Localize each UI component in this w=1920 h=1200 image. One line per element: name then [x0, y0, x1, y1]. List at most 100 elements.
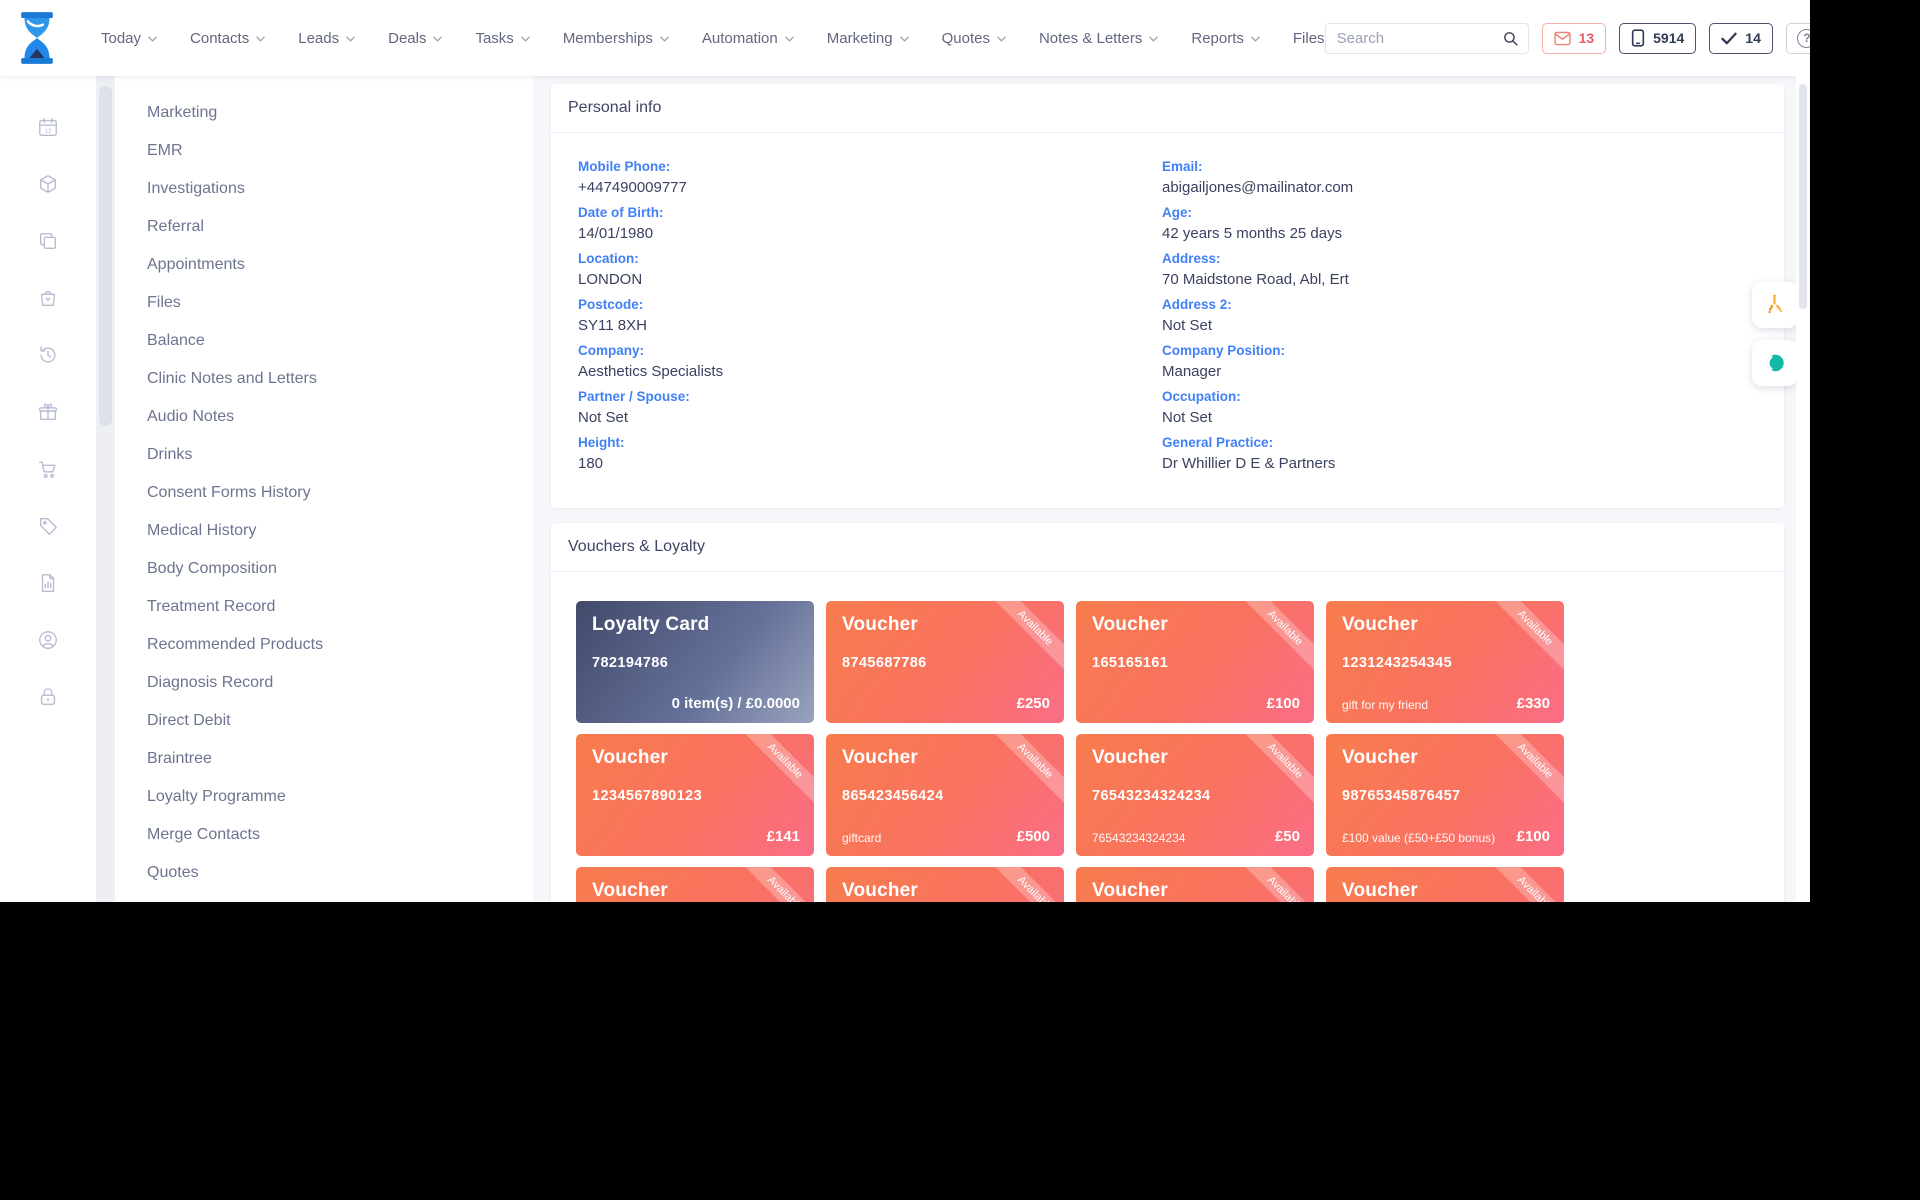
report-icon[interactable]: [24, 554, 72, 611]
info-field: Address: 70 Maidstone Road, Abl, Ert: [1162, 251, 1746, 290]
voucher-tile[interactable]: Voucher 865423456424 giftcard £500 Avail…: [826, 734, 1064, 856]
nav-menu-item[interactable]: Today: [101, 30, 157, 47]
hourglass-logo-icon: [17, 10, 57, 66]
voucher-number: 1234567890123: [592, 788, 702, 804]
nav-menu-item[interactable]: Leads: [298, 30, 355, 47]
checkmark-icon: [1721, 32, 1737, 45]
lock-icon[interactable]: [24, 668, 72, 725]
chat-widget-button[interactable]: [1752, 340, 1798, 386]
sidebar-item[interactable]: Direct Debit: [147, 702, 533, 740]
sidebar-item[interactable]: Referral: [147, 208, 533, 246]
sidebar-item[interactable]: Consent Forms History: [147, 474, 533, 512]
field-label: Occupation:: [1162, 389, 1746, 404]
calendar-icon[interactable]: 12: [24, 98, 72, 155]
voucher-amount: £100: [1517, 828, 1550, 845]
chevron-down-icon: [997, 36, 1006, 42]
voucher-tile[interactable]: Voucher Available: [826, 867, 1064, 902]
sidebar-item[interactable]: Investigations: [147, 170, 533, 208]
nav-menu-item[interactable]: Reports: [1191, 30, 1260, 47]
nav-menu-item[interactable]: Contacts: [190, 30, 265, 47]
nav-menu-label: Marketing: [827, 30, 893, 47]
field-label: Height:: [578, 435, 1162, 450]
field-value: Not Set: [578, 408, 1162, 428]
voucher-tile[interactable]: Voucher 98765345876457 £100 value (£50+£…: [1326, 734, 1564, 856]
voucher-number: 1231243254345: [1342, 655, 1452, 671]
tasks-count: 14: [1745, 30, 1761, 46]
sidebar-item[interactable]: Audio Notes: [147, 398, 533, 436]
user-circle-icon[interactable]: [24, 611, 72, 668]
history-icon[interactable]: [24, 326, 72, 383]
gift-icon[interactable]: [24, 383, 72, 440]
phone-badge[interactable]: 5914: [1619, 23, 1696, 54]
tasks-badge[interactable]: 14: [1709, 23, 1773, 54]
sidebar-item[interactable]: Appointments: [147, 246, 533, 284]
cart-icon[interactable]: [24, 440, 72, 497]
shopping-bag-icon[interactable]: [24, 269, 72, 326]
top-navbar: Today Contacts Leads Deals: [0, 0, 1810, 76]
sidebar-item[interactable]: Marketing: [147, 94, 533, 132]
price-tag-icon[interactable]: [24, 497, 72, 554]
app-logo[interactable]: [17, 10, 57, 71]
body-row: 12: [0, 76, 1810, 902]
sidebar-item[interactable]: Quotes: [147, 854, 533, 892]
sidebar-item[interactable]: Drinks: [147, 436, 533, 474]
voucher-tile[interactable]: Voucher 1231243254345 gift for my friend…: [1326, 601, 1564, 723]
page-scrollbar[interactable]: [1796, 76, 1810, 902]
search-input[interactable]: [1337, 30, 1502, 47]
sidebar-item[interactable]: EMR: [147, 132, 533, 170]
voucher-tile-footer: gift for my friend £330: [1342, 695, 1550, 712]
voucher-number: 98765345876457: [1342, 788, 1461, 804]
info-field: Date of Birth: 14/01/1980: [578, 205, 1162, 244]
nav-menu-item[interactable]: Notes & Letters: [1039, 30, 1158, 47]
phone-count: 5914: [1653, 30, 1684, 46]
info-field: Address 2: Not Set: [1162, 297, 1746, 336]
voucher-tile[interactable]: Voucher 1234567890123 £141 Available: [576, 734, 814, 856]
sidebar-menu: Marketing EMR Investigations Referral Ap…: [96, 76, 533, 892]
sidebar-item[interactable]: Loyalty Programme: [147, 778, 533, 816]
voucher-tile[interactable]: Voucher 8745687786 £250 Available: [826, 601, 1064, 723]
field-label: Location:: [578, 251, 1162, 266]
search-icon[interactable]: [1502, 30, 1519, 47]
sidebar-item[interactable]: Merge Contacts: [147, 816, 533, 854]
nav-menu-item[interactable]: Marketing: [827, 30, 909, 47]
page-scrollbar-thumb[interactable]: [1799, 84, 1807, 309]
sidebar-item[interactable]: Body Composition: [147, 550, 533, 588]
sidebar-item[interactable]: Medical History: [147, 512, 533, 550]
voucher-tile[interactable]: Voucher Available: [1076, 867, 1314, 902]
field-value: Aesthetics Specialists: [578, 362, 1162, 382]
sidebar-item[interactable]: Clinic Notes and Letters: [147, 360, 533, 398]
sidebar-item[interactable]: Balance: [147, 322, 533, 360]
sidebar-item[interactable]: Diagnosis Record: [147, 664, 533, 702]
voucher-tile[interactable]: Voucher Available: [1326, 867, 1564, 902]
package-icon[interactable]: [24, 155, 72, 212]
nav-menu-item[interactable]: Automation: [702, 30, 794, 47]
field-value: 14/01/1980: [578, 224, 1162, 244]
announcements-widget-button[interactable]: [1752, 282, 1798, 328]
copy-icon[interactable]: [24, 212, 72, 269]
nav-menu-item[interactable]: Quotes: [942, 30, 1006, 47]
voucher-tile[interactable]: Voucher 76543234324234 76543234324234 £5…: [1076, 734, 1314, 856]
sidebar-item[interactable]: Recommended Products: [147, 626, 533, 664]
global-search: [1325, 23, 1529, 54]
sidebar-scrollbar-thumb[interactable]: [99, 86, 112, 426]
voucher-amount: £250: [1017, 695, 1050, 712]
help-button[interactable]: ?: [1786, 23, 1810, 54]
field-value: abigailjones@mailinator.com: [1162, 178, 1746, 198]
nav-menu-item[interactable]: Deals: [388, 30, 442, 47]
voucher-tile[interactable]: Voucher 165165161 £100 Available: [1076, 601, 1314, 723]
sidebar-item[interactable]: Braintree: [147, 740, 533, 778]
icon-rail: 12: [0, 76, 96, 902]
voucher-tile[interactable]: Loyalty Card 782194786 0 item(s) / £0.00…: [576, 601, 814, 723]
question-mark-icon: ?: [1797, 29, 1810, 48]
nav-menu-item[interactable]: Files: [1293, 30, 1325, 47]
chevron-down-icon: [785, 36, 794, 42]
voucher-tile-footer: giftcard £500: [842, 828, 1050, 845]
nav-menu-item[interactable]: Tasks: [475, 30, 529, 47]
voucher-tile-footer: £250: [842, 695, 1050, 712]
nav-menu-item[interactable]: Memberships: [563, 30, 669, 47]
nav-menu-label: Reports: [1191, 30, 1244, 47]
sidebar-item[interactable]: Files: [147, 284, 533, 322]
sidebar-item[interactable]: Treatment Record: [147, 588, 533, 626]
messages-badge[interactable]: 13: [1542, 23, 1607, 54]
voucher-tile[interactable]: Voucher Available: [576, 867, 814, 902]
